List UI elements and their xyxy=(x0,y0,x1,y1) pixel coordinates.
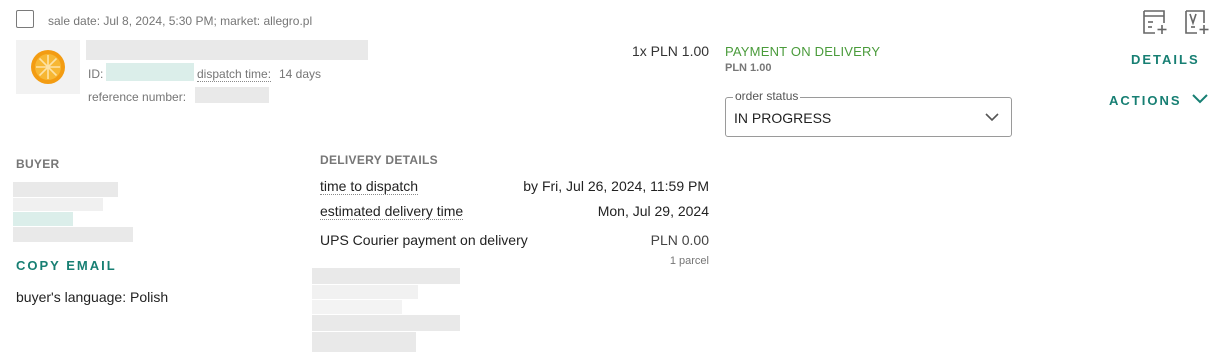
delivery-heading: DELIVERY DETAILS xyxy=(320,153,438,167)
shipping-cost: PLN 0.00 xyxy=(650,232,709,248)
buyer-login-redacted xyxy=(13,198,103,211)
order-status-select[interactable]: order status IN PROGRESS xyxy=(725,89,1012,137)
select-order-checkbox[interactable] xyxy=(16,10,34,28)
delivery-address-line4-redacted xyxy=(312,315,460,331)
voucher-button[interactable] xyxy=(1183,7,1211,35)
buyer-language: buyer's language: Polish xyxy=(16,289,169,305)
product-name-redacted[interactable] xyxy=(86,40,368,60)
buyer-name-redacted xyxy=(13,182,118,197)
actions-label: ACTIONS xyxy=(1109,93,1182,108)
reference-label: reference number: xyxy=(88,90,187,104)
details-button[interactable]: DETAILS xyxy=(1131,52,1200,67)
id-label: ID: xyxy=(88,67,104,81)
delivery-address-line3-redacted xyxy=(312,300,402,314)
voucher-icon xyxy=(1185,10,1209,34)
quantity-price: 1x PLN 1.00 xyxy=(632,43,710,59)
reference-value-redacted xyxy=(195,87,269,103)
delivery-address-line5-redacted xyxy=(312,332,416,352)
chevron-down-icon xyxy=(1192,94,1208,104)
orange-slice-icon xyxy=(31,50,65,84)
estimated-delivery-label: estimated delivery time xyxy=(320,203,464,220)
sale-meta: sale date: Jul 8, 2024, 5:30 PM; market:… xyxy=(48,14,313,28)
buyer-email-redacted xyxy=(13,212,73,226)
order-status-legend: order status xyxy=(733,89,801,103)
payment-amount: PLN 1.00 xyxy=(725,62,772,74)
chevron-down-icon xyxy=(985,113,999,122)
order-status-value: IN PROGRESS xyxy=(734,110,832,126)
dispatch-time-label: dispatch time: xyxy=(197,67,272,82)
time-to-dispatch-value: by Fri, Jul 26, 2024, 11:59 PM xyxy=(523,178,709,194)
invoice-add-icon xyxy=(1143,10,1167,34)
buyer-heading: BUYER xyxy=(16,157,60,171)
payment-method: PAYMENT ON DELIVERY xyxy=(725,44,881,59)
copy-email-button[interactable]: COPY EMAIL xyxy=(16,258,117,273)
invoice-add-button[interactable] xyxy=(1141,7,1169,35)
estimated-delivery-value: Mon, Jul 29, 2024 xyxy=(597,203,709,219)
parcel-count: 1 parcel xyxy=(669,255,709,267)
dispatch-time-value: 14 days xyxy=(279,67,322,81)
shipping-method-label: UPS Courier payment on delivery xyxy=(320,232,528,248)
time-to-dispatch-label: time to dispatch xyxy=(320,178,419,195)
delivery-address-line2-redacted xyxy=(312,285,418,299)
product-thumbnail[interactable] xyxy=(16,40,80,94)
id-value-redacted xyxy=(106,63,194,81)
delivery-address-line1-redacted xyxy=(312,268,460,284)
actions-dropdown[interactable]: ACTIONS xyxy=(1109,92,1208,110)
buyer-phone-redacted xyxy=(13,227,133,242)
